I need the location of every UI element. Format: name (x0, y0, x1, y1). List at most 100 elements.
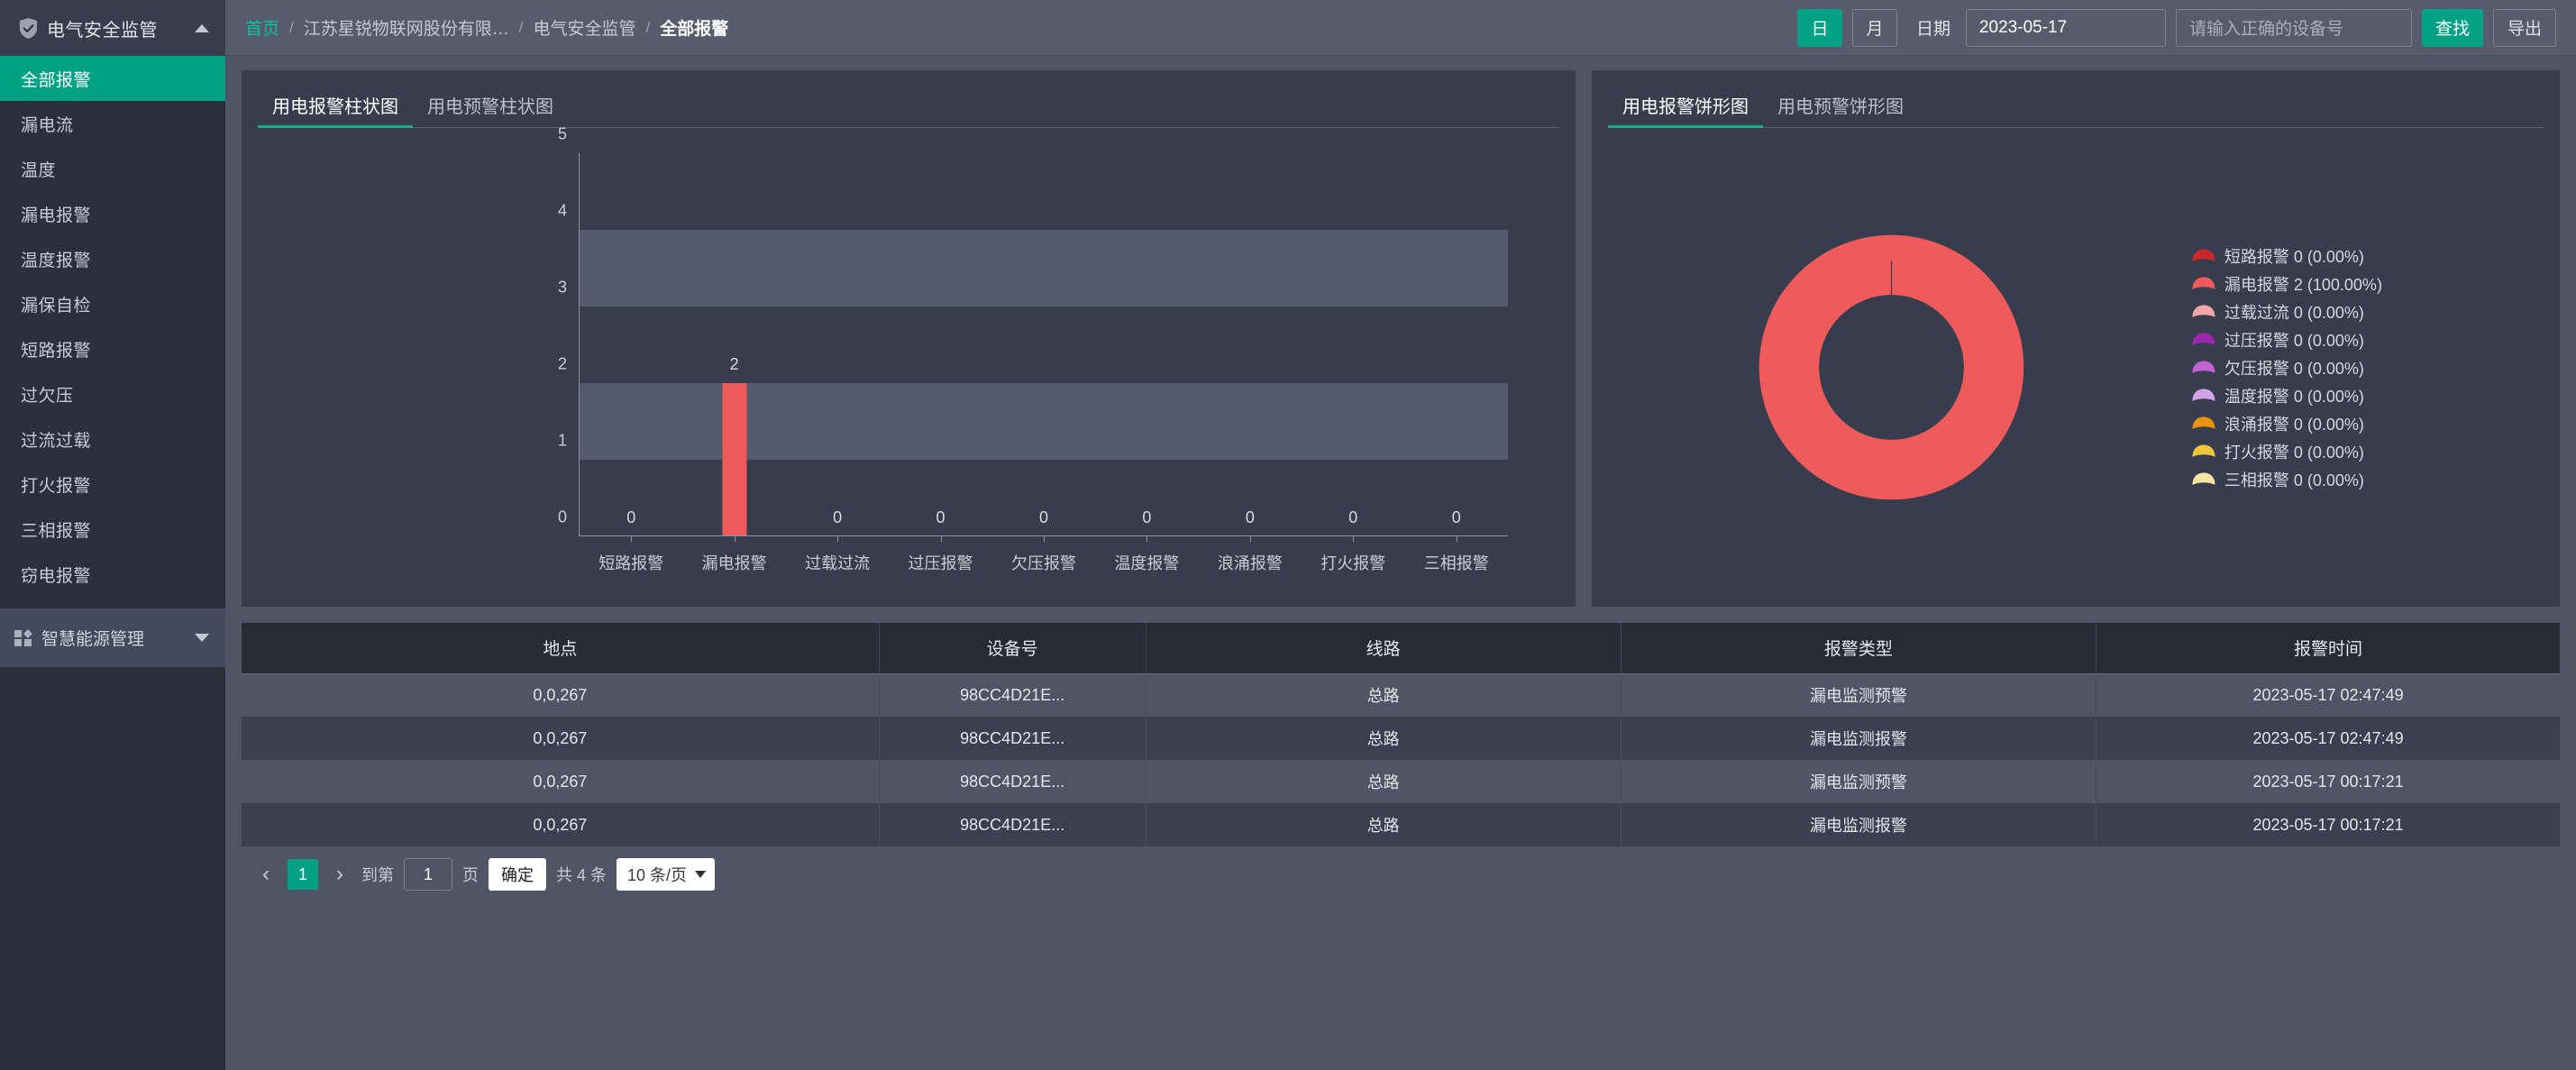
bar-chart-category-label: 温度报警 (1114, 554, 1180, 572)
bar-chart-column[interactable]: 0 温度报警 (1095, 153, 1198, 572)
bar-chart-x-tickmark (1043, 536, 1045, 542)
breadcrumb-separator: / (289, 18, 294, 36)
bar-chart-column[interactable]: 0 过载过流 (786, 153, 889, 572)
main-area: 首页 / 江苏星锐物联网股份有限… / 电气安全监管 / 全部报警 日 月 日期… (225, 0, 2576, 1070)
legend-item-label: 过压报警 0 (0.00%) (2224, 331, 2364, 350)
topbar: 首页 / 江苏星锐物联网股份有限… / 电气安全监管 / 全部报警 日 月 日期… (225, 0, 2576, 56)
column-header-alarm-type[interactable]: 报警类型 (1621, 623, 2097, 674)
sidebar-item-label: 窃电报警 (21, 566, 92, 586)
cell-place: 0,0,267 (242, 673, 880, 717)
sidebar-item-overcurrent-overload[interactable]: 过流过载 (0, 416, 225, 462)
bar-chart-y-tick: 5 (557, 124, 567, 143)
day-toggle-button[interactable]: 日 (1796, 8, 1842, 47)
breadcrumb-module[interactable]: 电气安全监管 (534, 15, 636, 40)
column-header-alarm-time[interactable]: 报警时间 (2096, 623, 2560, 674)
legend-item[interactable]: 欠压报警 0 (0.00%) (2192, 354, 2533, 381)
sidebar-item-label: 漏电报警 (21, 206, 92, 225)
legend-item[interactable]: 漏电报警 2 (100.00%) (2192, 270, 2533, 297)
legend-item[interactable]: 三相报警 0 (0.00%) (2192, 466, 2533, 493)
table-row[interactable]: 0,0,267 98CC4D21E... 总路 漏电监测报警 2023-05-17 00… (242, 803, 2560, 846)
sidebar-item-leakage-current[interactable]: 漏电流 (0, 101, 225, 146)
bar-chart-column[interactable]: 0 短路报警 (580, 153, 682, 572)
sidebar-group-smart-energy[interactable]: 智慧能源管理 (0, 608, 225, 667)
sidebar-item-temperature-alarm[interactable]: 温度报警 (0, 236, 225, 281)
sidebar-item-spark-alarm[interactable]: 打火报警 (0, 462, 225, 507)
bar-chart-y-tick: 3 (557, 278, 567, 297)
bar-chart-column[interactable]: 2 漏电报警 (682, 153, 785, 572)
sidebar-item-leakage-alarm[interactable]: 漏电报警 (0, 191, 225, 236)
chevron-right-icon[interactable]: › (328, 859, 352, 890)
bar-chart-y-axis (579, 153, 580, 536)
sidebar-item-all-alarms[interactable]: 全部报警 (0, 56, 225, 101)
sidebar-item-label: 漏保自检 (21, 296, 92, 316)
bar-chart-x-axis (579, 535, 1508, 536)
chevron-up-icon[interactable] (195, 23, 209, 32)
search-button[interactable]: 查找 (2421, 8, 2483, 47)
cell-alarm-time: 2023-05-17 00:17:21 (2096, 803, 2560, 846)
donut-graphic[interactable] (1758, 234, 2024, 500)
sidebar-item-over-under-voltage[interactable]: 过欠压 (0, 371, 225, 416)
cell-device: 98CC4D21E... (879, 673, 1146, 717)
tab-warning-bar-chart[interactable]: 用电预警柱状图 (413, 92, 568, 128)
goto-page-input[interactable]: 1 (404, 858, 452, 891)
sidebar-item-label: 温度报警 (21, 251, 92, 270)
page-size-select[interactable]: 10 条/页 (617, 858, 716, 891)
column-header-line[interactable]: 线路 (1146, 623, 1621, 674)
sidebar-item-power-theft-alarm[interactable]: 窃电报警 (0, 552, 225, 597)
sidebar-item-self-check[interactable]: 漏保自检 (0, 281, 225, 326)
bar-chart-column[interactable]: 0 打火报警 (1302, 153, 1404, 572)
date-input[interactable]: 2023-05-17 (1965, 8, 2166, 47)
table-row[interactable]: 0,0,267 98CC4D21E... 总路 漏电监测预警 2023-05-17 02… (242, 673, 2560, 717)
bar-chart-column[interactable]: 0 三相报警 (1405, 153, 1508, 572)
tab-alarm-pie-chart[interactable]: 用电报警饼形图 (1608, 92, 1763, 128)
cell-line: 总路 (1146, 760, 1621, 803)
bar-chart-column[interactable]: 0 浪涌报警 (1199, 153, 1302, 572)
bar-chart-x-tickmark (837, 536, 839, 542)
sidebar-item-label: 漏电流 (21, 115, 74, 135)
bar-chart-body: 0 1 2 3 4 5 0 短路报警 2 漏电报警 0 过载过流 0 过压报警 0 欠压报警 0 温度报警 0 浪涌报… (242, 125, 1576, 607)
breadcrumb-home[interactable]: 首页 (245, 15, 279, 40)
cell-place: 0,0,267 (242, 717, 880, 760)
sidebar-app-header[interactable]: 电气安全监管 (0, 0, 225, 56)
legend-color-swatch-icon (2192, 277, 2215, 289)
sidebar-menu: 全部报警 漏电流 温度 漏电报警 温度报警 漏保自检 短路报警 过欠压 过流过载… (0, 56, 225, 597)
legend-item[interactable]: 过压报警 0 (0.00%) (2192, 326, 2533, 353)
bar-chart-value-label: 0 (1038, 508, 1048, 526)
sidebar-app-title: 电气安全监管 (47, 20, 158, 41)
page-number-1[interactable]: 1 (288, 859, 318, 890)
cell-device: 98CC4D21E... (879, 760, 1146, 803)
legend-item[interactable]: 短路报警 0 (0.00%) (2192, 242, 2533, 270)
device-number-input[interactable]: 请输入正确的设备号 (2175, 8, 2412, 47)
sidebar-item-label: 过欠压 (21, 386, 74, 406)
legend-item[interactable]: 浪涌报警 0 (0.00%) (2192, 410, 2533, 437)
tab-warning-pie-chart[interactable]: 用电预警饼形图 (1763, 92, 1918, 128)
bar-chart-value-label: 0 (833, 508, 843, 526)
chevron-down-icon[interactable] (195, 634, 209, 642)
chevron-left-icon[interactable]: ‹ (254, 859, 278, 890)
legend-color-swatch-icon (2192, 249, 2215, 261)
bar-chart-category-label: 短路报警 (598, 554, 664, 572)
sidebar-item-temperature[interactable]: 温度 (0, 146, 225, 191)
bar-chart-plot: 0 1 2 3 4 5 0 短路报警 2 漏电报警 0 过载过流 0 过压报警 0 欠压报警 0 温度报警 0 浪涌报… (558, 125, 1508, 572)
confirm-button[interactable]: 确定 (489, 858, 546, 891)
total-count-text: 共 4 条 (556, 866, 607, 884)
legend-item[interactable]: 过载过流 0 (0.00%) (2192, 298, 2533, 325)
sidebar-item-three-phase-alarm[interactable]: 三相报警 (0, 507, 225, 552)
breadcrumb-company[interactable]: 江苏星锐物联网股份有限… (304, 15, 509, 40)
bar-chart-category-label: 过压报警 (908, 554, 973, 572)
bar-chart-category-label: 过载过流 (805, 554, 871, 572)
table-row[interactable]: 0,0,267 98CC4D21E... 总路 漏电监测报警 2023-05-17 02… (242, 717, 2560, 760)
bar-chart-bar[interactable] (722, 383, 747, 536)
legend-item[interactable]: 温度报警 0 (0.00%) (2192, 382, 2533, 409)
bar-chart-column[interactable]: 0 欠压报警 (992, 153, 1095, 572)
export-button[interactable]: 导出 (2492, 8, 2556, 47)
sidebar-item-short-circuit-alarm[interactable]: 短路报警 (0, 326, 225, 371)
column-header-device[interactable]: 设备号 (879, 623, 1146, 674)
table-row[interactable]: 0,0,267 98CC4D21E... 总路 漏电监测预警 2023-05-17 00… (242, 760, 2560, 803)
column-header-place[interactable]: 地点 (242, 623, 880, 674)
legend-item[interactable]: 打火报警 0 (0.00%) (2192, 438, 2533, 465)
tab-alarm-bar-chart[interactable]: 用电报警柱状图 (258, 92, 413, 128)
bar-chart-column[interactable]: 0 过压报警 (889, 153, 991, 572)
month-toggle-button[interactable]: 月 (1851, 8, 1897, 47)
bar-chart-category-label: 打火报警 (1320, 554, 1386, 572)
